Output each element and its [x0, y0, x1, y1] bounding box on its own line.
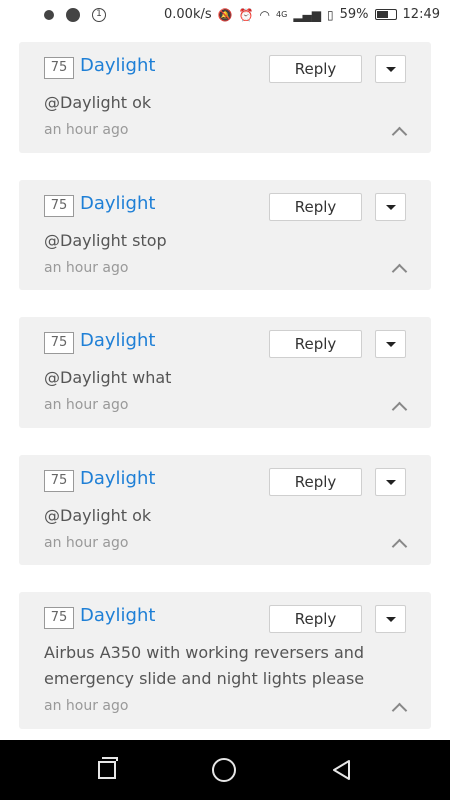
comment-body: @Daylight ok [44, 506, 152, 525]
comment-card: 75 Daylight Reply Airbus A350 with worki… [19, 592, 431, 729]
comment-body: @Daylight stop [44, 231, 167, 250]
score-badge: 75 [44, 332, 74, 354]
comment-time: an hour ago [44, 698, 129, 714]
collapse-chevron-icon[interactable] [391, 702, 408, 719]
score-badge: 75 [44, 57, 74, 79]
wifi-icon: ◠ [259, 7, 271, 22]
reply-button[interactable]: Reply [269, 330, 362, 358]
chat-bubble-icon [66, 8, 80, 22]
comment-time: an hour ago [44, 397, 129, 413]
collapse-chevron-icon[interactable] [391, 126, 408, 143]
score-badge: 75 [44, 470, 74, 492]
system-nav-bar [0, 740, 450, 800]
caret-down-icon [386, 67, 396, 72]
reply-button[interactable]: Reply [269, 193, 362, 221]
network-type: 4G [276, 10, 288, 19]
comment-time: an hour ago [44, 535, 129, 551]
reply-button[interactable]: Reply [269, 605, 362, 633]
comment-card: 75 Daylight Reply @Daylight ok an hour a… [19, 42, 431, 153]
comment-body: @Daylight ok [44, 93, 152, 112]
more-options-button[interactable] [375, 605, 406, 633]
recents-icon[interactable] [98, 757, 118, 779]
author-link[interactable]: Daylight [80, 468, 155, 489]
home-icon[interactable] [212, 758, 236, 782]
comment-time: an hour ago [44, 260, 129, 276]
sim-icon: ▯ [327, 7, 334, 22]
more-options-button[interactable] [375, 193, 406, 221]
comment-card: 75 Daylight Reply @Daylight what an hour… [19, 317, 431, 428]
clock: 12:49 [402, 7, 440, 22]
caret-down-icon [386, 342, 396, 347]
more-options-button[interactable] [375, 468, 406, 496]
caret-down-icon [386, 205, 396, 210]
battery-percent: 59% [339, 7, 369, 22]
status-left-icons: 1 [44, 8, 106, 22]
more-options-button[interactable] [375, 330, 406, 358]
collapse-chevron-icon[interactable] [391, 401, 408, 418]
comment-body: Airbus A350 with working reversers and e… [44, 643, 365, 688]
comment-time: an hour ago [44, 122, 129, 138]
back-icon[interactable] [330, 758, 354, 782]
notification-dot-icon [44, 10, 54, 20]
score-badge: 75 [44, 607, 74, 629]
collapse-chevron-icon[interactable] [391, 538, 408, 555]
author-link[interactable]: Daylight [80, 330, 155, 351]
status-bar: 1 0.00k/s 🔕 ⏰ ◠ 4G ▂▄▆ ▯ 59% 12:49 [0, 0, 450, 32]
comment-feed[interactable]: 75 Daylight Reply @Daylight ok an hour a… [0, 32, 450, 740]
network-speed: 0.00k/s [164, 7, 212, 22]
mute-bell-icon: 🔕 [217, 7, 233, 22]
status-right: 0.00k/s 🔕 ⏰ ◠ 4G ▂▄▆ ▯ 59% 12:49 [164, 7, 440, 22]
caret-down-icon [386, 617, 396, 622]
more-options-button[interactable] [375, 55, 406, 83]
author-link[interactable]: Daylight [80, 193, 155, 214]
info-circle-icon: 1 [92, 8, 106, 22]
alarm-icon: ⏰ [238, 7, 254, 22]
comment-card: 75 Daylight Reply @Daylight stop an hour… [19, 180, 431, 290]
comment-body: @Daylight what [44, 368, 172, 387]
author-link[interactable]: Daylight [80, 55, 155, 76]
comment-card: 75 Daylight Reply @Daylight ok an hour a… [19, 455, 431, 565]
reply-button[interactable]: Reply [269, 55, 362, 83]
reply-button[interactable]: Reply [269, 468, 362, 496]
collapse-chevron-icon[interactable] [391, 263, 408, 280]
author-link[interactable]: Daylight [80, 605, 155, 626]
signal-bars-icon: ▂▄▆ [293, 7, 322, 22]
caret-down-icon [386, 480, 396, 485]
battery-icon [374, 9, 397, 20]
score-badge: 75 [44, 195, 74, 217]
